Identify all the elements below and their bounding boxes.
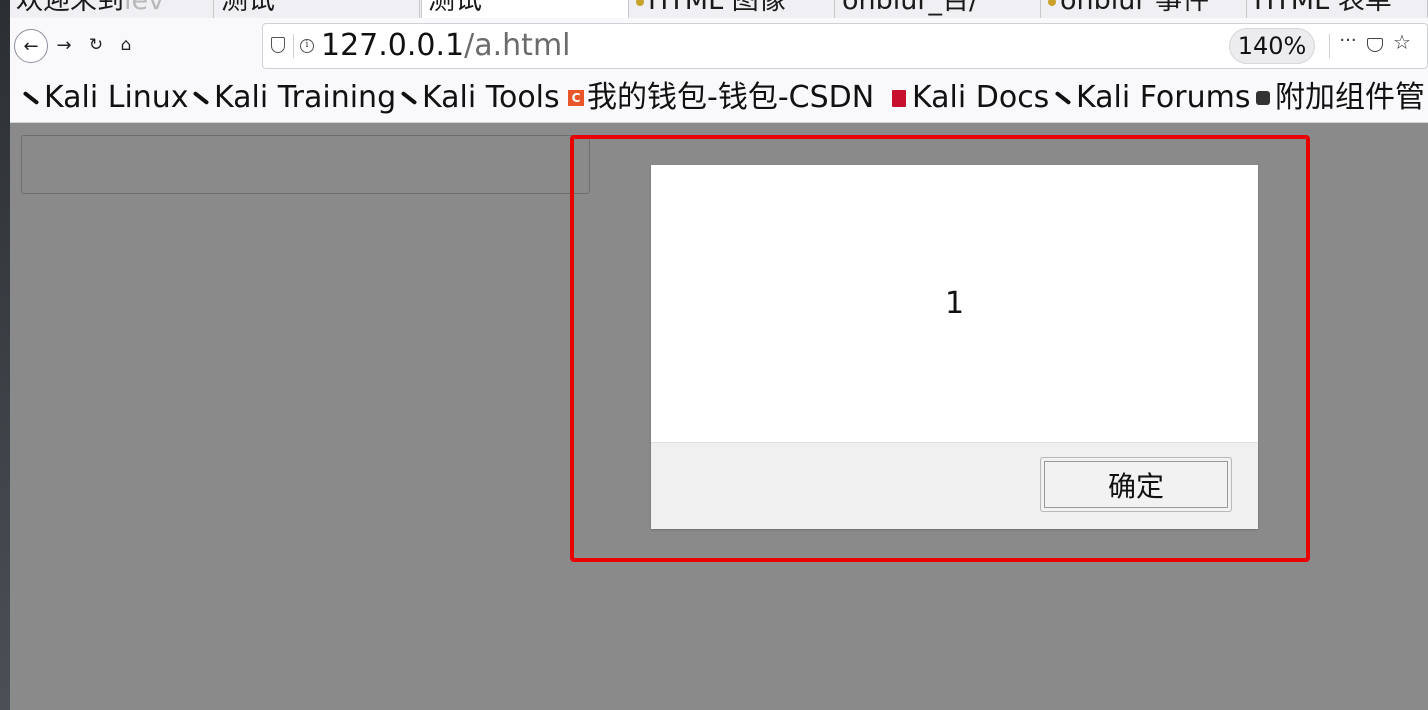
url-text[interactable]: 127.0.0.1/a.html [321, 28, 571, 64]
tab-label: onblur 事件 [1060, 0, 1210, 16]
navigation-bar: ← → ↻ ⌂ i 127.0.0.1/a.html 140% ··· ☆ [10, 18, 1428, 73]
bookmark-label: Kali Training [214, 80, 397, 115]
tab-favicon-icon [636, 0, 644, 6]
back-button[interactable]: ← [14, 29, 48, 63]
kali-dragon-icon [22, 90, 40, 106]
url-host: 127.0.0.1 [321, 28, 465, 63]
bookmark-label: Kali Forums [1076, 80, 1251, 115]
tab-label: 测试 [428, 0, 482, 16]
alert-message: 1 [944, 286, 965, 321]
pocket-icon[interactable] [1367, 38, 1383, 52]
bookmark-kali-training[interactable]: Kali Training [192, 79, 396, 117]
bookmark-label: Kali Docs [912, 80, 1050, 115]
forward-button[interactable]: → [52, 31, 76, 59]
tab-welcome[interactable]: 欢迎来到lev [10, 0, 214, 18]
bookmark-kali-docs[interactable]: Kali Docs [892, 79, 1049, 117]
bookmarks-toolbar: Kali Linux Kali Training Kali Tools C 我的钱… [10, 73, 1428, 123]
tab-onblur-event[interactable]: onblur 事件 [1042, 0, 1247, 18]
bookmark-label: 附加组件管 [1275, 80, 1425, 115]
bookmark-label: Kali Tools [422, 80, 560, 115]
tab-onblur-baidu[interactable]: onblur_百/ [836, 0, 1041, 18]
csdn-icon: C [568, 90, 584, 106]
arrow-left-icon: ← [23, 35, 39, 57]
home-icon: ⌂ [120, 35, 132, 55]
bookmark-kali-linux[interactable]: Kali Linux [22, 79, 189, 117]
tab-html-form[interactable]: HTML 表单 [1248, 0, 1428, 18]
tab-strip: 欢迎来到lev 测试 测试 HTML 图像 onblur_百/ onblur 事… [10, 0, 1428, 18]
tab-label: HTML 图像 [648, 0, 786, 16]
desktop-edge [0, 0, 10, 710]
bookmark-label: 我的钱包-钱包-CSDN [587, 80, 875, 115]
page-actions-more-icon[interactable]: ··· [1337, 30, 1359, 51]
bookmark-label: Kali Linux [44, 80, 189, 115]
page-text-input[interactable] [21, 135, 590, 194]
bookmark-kali-forums[interactable]: Kali Forums [1054, 79, 1250, 117]
bookmark-star-icon[interactable]: ☆ [1393, 30, 1411, 54]
site-info-icon[interactable]: i [300, 39, 314, 53]
url-path: /a.html [464, 28, 571, 63]
kali-dragon-icon [192, 90, 210, 106]
tab-test-active[interactable]: 测试 [421, 0, 629, 18]
puzzle-icon [1256, 91, 1270, 105]
divider [1329, 34, 1330, 58]
bookmark-addons-manager[interactable]: 附加组件管 [1256, 79, 1425, 117]
reload-icon: ↻ [88, 35, 104, 55]
ok-button[interactable]: 确定 [1040, 457, 1232, 512]
divider [293, 34, 294, 58]
bookmark-kali-tools[interactable]: Kali Tools [400, 79, 560, 117]
tab-favicon-icon [1048, 0, 1056, 6]
tab-label: 测试 [221, 0, 275, 16]
alert-dialog: 1 确定 [651, 165, 1258, 529]
arrow-right-icon: → [56, 34, 72, 56]
tab-html-image[interactable]: HTML 图像 [630, 0, 835, 18]
tab-label: onblur_百/ [842, 0, 979, 16]
tab-label: HTML 表单 [1254, 0, 1392, 16]
kali-dragon-icon [400, 90, 418, 106]
bookmark-csdn-wallet[interactable]: C 我的钱包-钱包-CSDN [568, 79, 874, 117]
reload-button[interactable]: ↻ [84, 31, 108, 59]
home-button[interactable]: ⌂ [114, 31, 138, 59]
tracking-protection-shield-icon[interactable] [271, 37, 285, 53]
kali-docs-icon [892, 89, 906, 107]
tab-test-1[interactable]: 测试 [215, 0, 420, 18]
tab-label: 欢迎来到 [16, 0, 124, 16]
kali-dragon-icon [1054, 90, 1072, 106]
tab-label-faded: lev [124, 0, 165, 16]
alert-footer: 确定 [651, 442, 1258, 529]
url-bar[interactable]: i 127.0.0.1/a.html 140% ··· ☆ [262, 23, 1428, 69]
zoom-indicator[interactable]: 140% [1229, 28, 1315, 64]
browser-window: 欢迎来到lev 测试 测试 HTML 图像 onblur_百/ onblur 事… [10, 0, 1428, 710]
